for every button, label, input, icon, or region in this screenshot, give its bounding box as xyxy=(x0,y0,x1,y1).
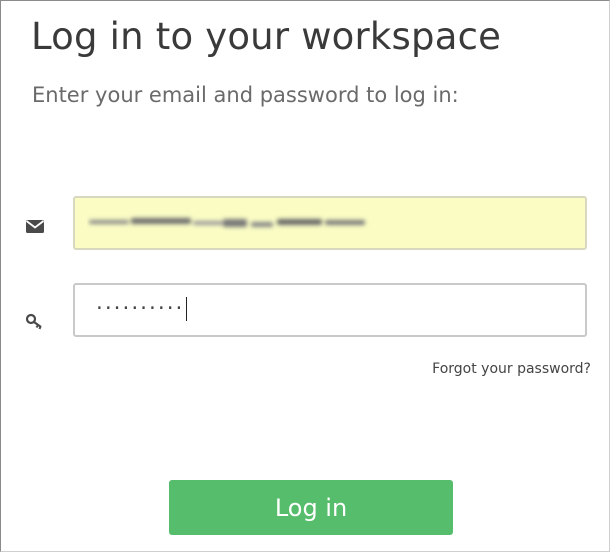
email-value-redacted xyxy=(87,211,377,235)
envelope-icon xyxy=(25,216,45,236)
page-title: Log in to your workspace xyxy=(31,15,502,58)
password-masked-text: ·········· xyxy=(94,298,184,319)
text-caret xyxy=(186,297,188,321)
login-button[interactable]: Log in xyxy=(169,480,453,535)
forgot-password-link[interactable]: Forgot your password? xyxy=(432,361,591,377)
page-subtitle: Enter your email and password to log in: xyxy=(32,83,459,107)
key-icon xyxy=(25,311,45,331)
password-value: ·········· xyxy=(94,294,188,324)
login-panel: Log in to your workspace Enter your emai… xyxy=(0,0,610,552)
